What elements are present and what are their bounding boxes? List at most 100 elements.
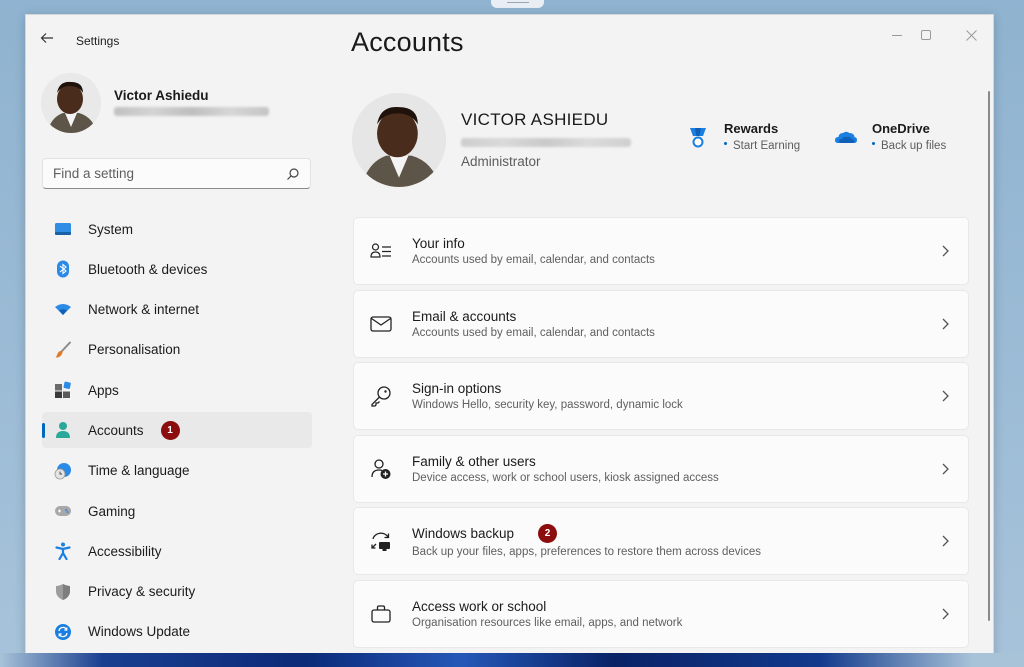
- sidebar-user-email-obscured: [114, 107, 269, 116]
- profile-photo: [41, 73, 101, 133]
- card-subtitle: Organisation resources like email, apps,…: [412, 616, 683, 629]
- card-title: Email & accounts: [412, 308, 517, 324]
- rewards-subtitle: Start Earning: [733, 140, 801, 152]
- sidebar-user-name: Victor Ashiedu: [114, 88, 209, 103]
- key-icon: [370, 385, 392, 407]
- settings-cards: Your info Accounts used by email, calend…: [353, 217, 969, 653]
- desktop-wallpaper-strip: [0, 653, 1024, 667]
- card-your-info[interactable]: Your info Accounts used by email, calend…: [353, 217, 969, 285]
- gamepad-icon: [54, 502, 72, 520]
- chevron-right-icon: [942, 245, 949, 257]
- person-add-icon: [370, 458, 392, 480]
- maximize-button[interactable]: [906, 23, 946, 47]
- sidebar-item-label: Apps: [88, 382, 119, 398]
- card-family-other-users[interactable]: Family & other users Device access, work…: [353, 434, 969, 503]
- card-windows-backup[interactable]: Windows backup 2 Back up your files, apps…: [353, 507, 969, 576]
- card-access-work-school[interactable]: Access work or school Organisation resou…: [353, 579, 969, 648]
- sidebar-item-label: Accessibility: [88, 543, 162, 559]
- sidebar-nav: System Bluetooth & devices Network & int…: [42, 211, 312, 654]
- card-subtitle: Device access, work or school users, kio…: [412, 471, 719, 484]
- bullet-dot: [724, 142, 727, 146]
- globe-clock-icon: [54, 462, 72, 480]
- profile-photo: [352, 93, 446, 187]
- sidebar-item-gaming[interactable]: Gaming: [42, 493, 312, 529]
- sidebar-item-label: System: [88, 221, 134, 237]
- settings-window: Settings Victor Ashiedu System Bluetooth…: [25, 14, 994, 661]
- back-button[interactable]: [40, 31, 60, 49]
- annotation-badge-1: 1: [160, 420, 180, 440]
- sidebar-item-accessibility[interactable]: Accessibility: [42, 533, 312, 569]
- sidebar-item-apps[interactable]: Apps: [42, 372, 312, 408]
- bluetooth-icon: [54, 260, 72, 278]
- sidebar-item-label: Personalisation: [88, 342, 181, 358]
- sidebar-item-system[interactable]: System: [42, 211, 312, 247]
- search-input[interactable]: [53, 166, 286, 181]
- sidebar-item-privacy-security[interactable]: Privacy & security: [42, 574, 312, 610]
- sidebar-item-label: Network & internet: [88, 302, 200, 318]
- chevron-right-icon: [942, 535, 949, 547]
- sidebar-item-windows-update[interactable]: Windows Update: [42, 614, 312, 650]
- close-icon: [965, 29, 977, 41]
- sidebar-item-label: Gaming: [88, 503, 136, 519]
- rewards-link[interactable]: Start Earning: [724, 140, 800, 152]
- card-subtitle: Accounts used by email, calendar, and co…: [412, 326, 655, 339]
- chevron-right-icon: [942, 608, 949, 620]
- onedrive-subtitle: Back up files: [881, 140, 947, 152]
- sidebar-item-label: Bluetooth & devices: [88, 261, 208, 277]
- sidebar-item-label: Accounts: [88, 422, 144, 438]
- mail-icon: [370, 313, 392, 335]
- chevron-right-icon: [942, 390, 949, 402]
- shield-icon: [54, 583, 72, 601]
- sidebar-item-label: Privacy & security: [88, 584, 196, 600]
- sidebar-item-label: Windows Update: [88, 624, 191, 640]
- close-button[interactable]: [951, 23, 991, 47]
- card-title: Windows backup: [412, 526, 515, 542]
- backup-icon: [370, 530, 392, 552]
- task-view-handle: [491, 0, 544, 8]
- card-subtitle: Back up your files, apps, preferences to…: [412, 546, 761, 559]
- bullet-dot: [872, 142, 875, 146]
- card-title: Access work or school: [412, 598, 547, 614]
- brush-icon: [54, 341, 72, 359]
- card-subtitle: Windows Hello, security key, password, d…: [412, 399, 683, 412]
- minimize-icon: [892, 34, 902, 36]
- card-title: Sign-in options: [412, 381, 502, 397]
- cloud-icon: [835, 131, 857, 143]
- sidebar-item-time-language[interactable]: Time & language: [42, 453, 312, 489]
- onedrive-promo[interactable]: OneDrive Back up files: [834, 121, 946, 152]
- sidebar-avatar[interactable]: [41, 73, 101, 133]
- chevron-right-icon: [942, 318, 949, 330]
- rewards-promo[interactable]: Rewards Start Earning: [686, 121, 800, 152]
- search-box[interactable]: [42, 158, 311, 189]
- page-title: Accounts: [351, 27, 464, 57]
- apps-icon: [54, 381, 72, 399]
- back-arrow-icon: [40, 33, 53, 43]
- main-user-name: VICTOR ASHIEDU: [461, 110, 609, 129]
- monitor-icon: [54, 220, 72, 238]
- briefcase-icon: [370, 603, 392, 625]
- search-icon[interactable]: [286, 167, 300, 181]
- chevron-right-icon: [942, 463, 949, 475]
- maximize-icon: [921, 30, 931, 40]
- accessibility-icon: [54, 542, 72, 561]
- medal-icon: [690, 128, 706, 148]
- sidebar-item-accounts[interactable]: Accounts 1: [42, 412, 312, 449]
- sidebar-item-network[interactable]: Network & internet: [42, 292, 312, 328]
- annotation-badge-2: 2: [538, 524, 558, 544]
- person-icon: [54, 421, 72, 439]
- sidebar-item-personalisation[interactable]: Personalisation: [42, 332, 312, 368]
- card-subtitle: Accounts used by email, calendar, and co…: [412, 254, 655, 266]
- card-sign-in-options[interactable]: Sign-in options Windows Hello, security …: [353, 362, 969, 431]
- vertical-scrollbar[interactable]: [988, 91, 990, 621]
- update-icon: [54, 623, 72, 641]
- card-title: Family & other users: [412, 453, 536, 469]
- card-email-accounts[interactable]: Email & accounts Accounts used by email,…: [353, 289, 969, 358]
- onedrive-title: OneDrive: [872, 121, 930, 136]
- main-user-email-obscured: [461, 138, 631, 147]
- sidebar-item-bluetooth[interactable]: Bluetooth & devices: [42, 251, 312, 287]
- wifi-icon: [54, 301, 72, 319]
- card-title: Your info: [412, 236, 465, 251]
- person-list-icon: [370, 240, 392, 262]
- main-avatar[interactable]: [352, 93, 446, 187]
- onedrive-link[interactable]: Back up files: [872, 140, 946, 152]
